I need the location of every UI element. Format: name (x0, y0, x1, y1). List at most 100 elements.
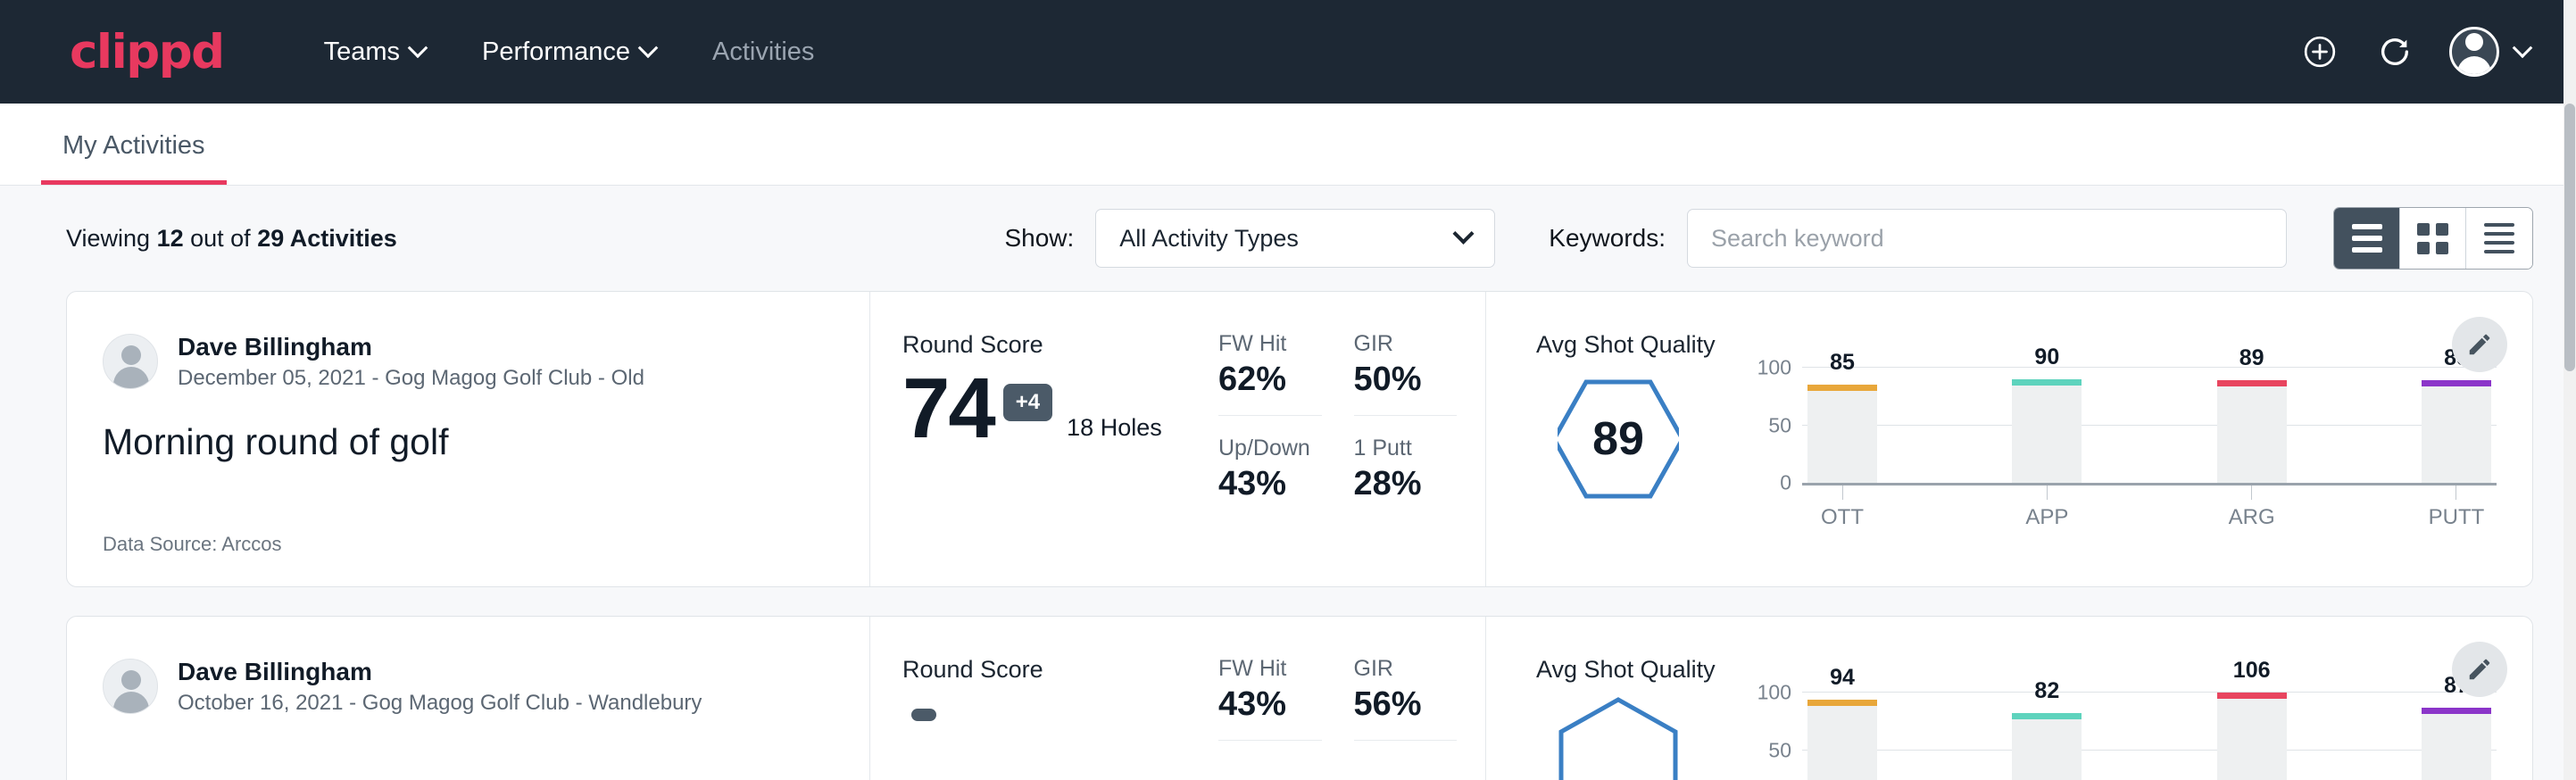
viewing-mid: out of (184, 225, 258, 252)
chart-x-label: ARG (2217, 505, 2287, 530)
quality-hexagon: 89 (1558, 371, 1679, 507)
activity-info: Dave Billingham December 05, 2021 - Gog … (67, 292, 870, 586)
stat-label: FW Hit (1218, 331, 1322, 357)
show-label: Show: (1004, 224, 1074, 253)
quality-score: 89 (1558, 371, 1679, 507)
chart-bar-column: 89 (2217, 368, 2287, 483)
stat-gir: GIR 56% (1354, 656, 1458, 741)
chart-bar-column: 94 (1807, 693, 1877, 780)
stat-value: 50% (1354, 361, 1458, 416)
nav-item-teams[interactable]: Teams (295, 29, 453, 76)
list-icon (2352, 224, 2382, 253)
chart-x-tick: APP (2012, 485, 2082, 530)
stat-up-down: Up/Down 43% (1218, 436, 1322, 519)
activity-user: Dave Billingham October 16, 2021 - Gog M… (103, 656, 834, 716)
chevron-down-icon (2513, 37, 2533, 58)
stat-value (1354, 764, 1458, 780)
compact-list-icon (2484, 223, 2514, 253)
account-menu[interactable] (2449, 27, 2530, 77)
activity-type-select[interactable]: All Activity Types (1095, 209, 1495, 268)
page-scrollbar[interactable] (2564, 0, 2576, 780)
round-stats: FW Hit 62% GIR 50% Up/Down 43% 1 Putt 28… (1218, 292, 1486, 586)
search-input[interactable] (1687, 209, 2287, 268)
chart-bar-column: 89 (2422, 368, 2491, 483)
activity-card[interactable]: Dave Billingham December 05, 2021 - Gog … (66, 291, 2533, 587)
chart-bar-value: 94 (1807, 665, 1877, 691)
view-mode-toggle (2333, 207, 2533, 270)
round-score-value: 74 (902, 364, 994, 454)
data-source: Data Source: Arccos (103, 533, 834, 556)
chart-y-tick: 50 (1768, 413, 1791, 437)
round-score-block: Round Score 74 +4 18 Holes (870, 292, 1218, 586)
chart-tick-mark (2047, 485, 2048, 500)
viewing-total: 29 (257, 225, 284, 252)
activity-type-value: All Activity Types (1119, 225, 1299, 253)
score-to-par-badge (911, 709, 936, 721)
edit-activity-button[interactable] (2452, 642, 2507, 697)
chevron-down-icon (1453, 222, 1475, 244)
nav-item-performance[interactable]: Performance (453, 29, 684, 76)
chart-bar-column: 90 (2012, 368, 2082, 483)
chart-x-tick: ARG (2217, 485, 2287, 530)
stat-one-putt: 1 Putt 28% (1354, 436, 1458, 519)
avg-shot-quality-block: Avg Shot Quality 050100948210687OTTAPPAR… (1486, 617, 2532, 780)
clippd-logo[interactable]: clippd (70, 29, 224, 76)
chart-bar-column: 87 (2422, 693, 2491, 780)
grid-view-button[interactable] (2400, 208, 2466, 269)
chart-bar (1807, 385, 1877, 483)
page-tabbar: My Activities (0, 104, 2576, 186)
activity-list: Dave Billingham December 05, 2021 - Gog … (0, 291, 2576, 780)
stat-value: 62% (1218, 361, 1322, 416)
tab-my-activities[interactable]: My Activities (41, 131, 227, 185)
avatar[interactable] (2449, 27, 2499, 77)
chart-y-tick: 0 (1780, 471, 1791, 495)
stat-fw-hit: FW Hit 43% (1218, 656, 1322, 741)
list-view-button[interactable] (2334, 208, 2400, 269)
chart-x-label: APP (2012, 505, 2082, 530)
user-name: Dave Billingham (178, 656, 702, 687)
quality-score (1558, 696, 1679, 780)
refresh-icon[interactable] (2374, 31, 2415, 72)
stat-fw-hit: FW Hit 62% (1218, 331, 1322, 416)
nav-item-activities-label: Activities (712, 37, 814, 67)
chart-tick-mark (2251, 485, 2252, 500)
activity-info: Dave Billingham October 16, 2021 - Gog M… (67, 617, 870, 780)
round-score-label: Round Score (902, 656, 1218, 684)
stat-gir: GIR 50% (1354, 331, 1458, 416)
scrollbar-thumb[interactable] (2564, 104, 2575, 371)
viewing-summary: Viewing 12 out of 29 Activities (66, 225, 397, 253)
chart-bar (1807, 700, 1877, 780)
compact-view-button[interactable] (2466, 208, 2532, 269)
keywords-group: Keywords: (1549, 209, 2287, 268)
nav-actions (2299, 27, 2530, 77)
chart-x-label: PUTT (2422, 505, 2491, 530)
chart-bar (2217, 380, 2287, 483)
chart-bar-column: 106 (2217, 693, 2287, 780)
chart-bar-value: 82 (2012, 678, 2082, 704)
edit-activity-button[interactable] (2452, 317, 2507, 372)
activity-title: Morning round of golf (103, 421, 834, 463)
stat-value: 43% (1218, 465, 1322, 519)
round-stats: FW Hit 43% GIR 56% (1218, 617, 1486, 780)
filter-toolbar: Viewing 12 out of 29 Activities Show: Al… (0, 186, 2576, 291)
chart-bar-column: 82 (2012, 693, 2082, 780)
chart-bar (2422, 708, 2491, 780)
chart-bar (2012, 713, 2082, 780)
holes-played: 18 Holes (1067, 414, 1162, 442)
chart-x-label: OTT (1807, 505, 1877, 530)
add-circle-icon[interactable] (2299, 31, 2340, 72)
stat-value: 43% (1218, 685, 1322, 741)
stat-one-putt (1354, 760, 1458, 780)
viewing-prefix: Viewing (66, 225, 157, 252)
activity-card[interactable]: Dave Billingham October 16, 2021 - Gog M… (66, 616, 2533, 780)
nav-item-activities[interactable]: Activities (684, 29, 843, 76)
keywords-label: Keywords: (1549, 224, 1666, 253)
chart-x-tick: PUTT (2422, 485, 2491, 530)
quality-hexagon (1558, 696, 1679, 780)
stat-value (1218, 764, 1322, 780)
activity-user: Dave Billingham December 05, 2021 - Gog … (103, 331, 834, 391)
top-navbar: clippd Teams Performance Activities (0, 0, 2576, 104)
stat-value: 28% (1354, 465, 1458, 519)
chart-y-tick: 50 (1768, 738, 1791, 762)
chart-bar-column: 85 (1807, 368, 1877, 483)
